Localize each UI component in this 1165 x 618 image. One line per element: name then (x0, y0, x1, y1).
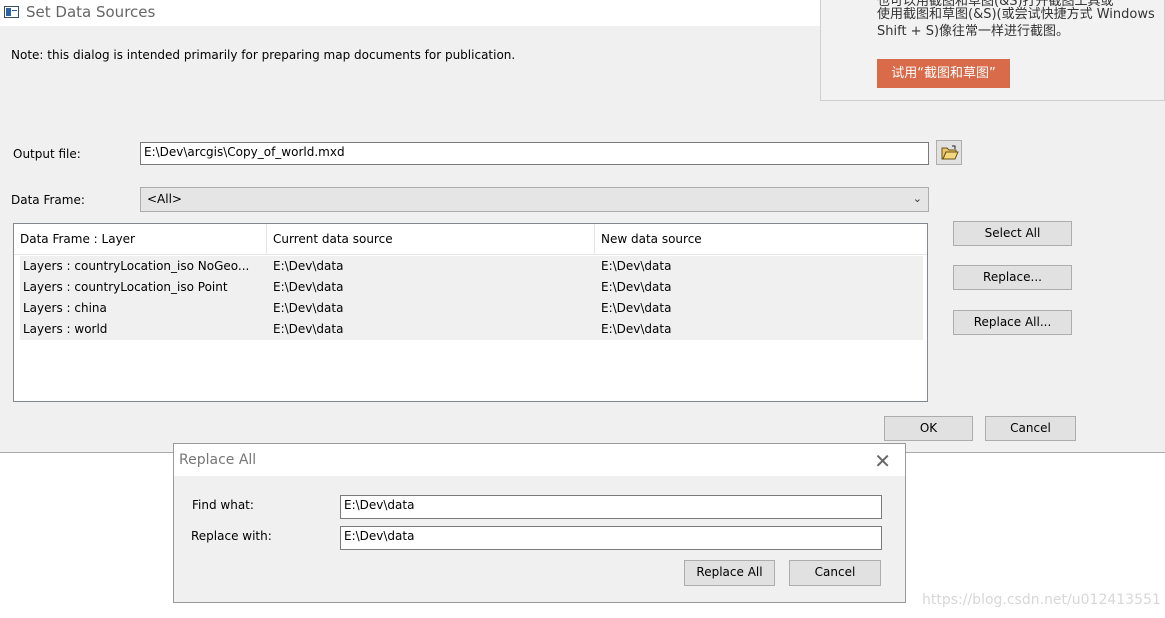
current-source-cell: E:\Dev\data (273, 259, 344, 273)
replace-all-title-bar: Replace All ✕ (174, 444, 905, 476)
column-header-new-source[interactable]: New data source (595, 224, 927, 255)
table-row[interactable]: Layers : countryLocation_iso NoGeo... E:… (20, 256, 923, 277)
data-frame-label: Data Frame: (11, 193, 85, 207)
browse-button[interactable] (936, 140, 962, 165)
find-what-label: Find what: (192, 498, 254, 512)
replace-all-button[interactable]: Replace All (684, 560, 775, 586)
layers-table[interactable]: Data Frame : Layer Current data source N… (13, 223, 928, 402)
layer-cell: Layers : china (23, 301, 107, 315)
watermark-text: https://blog.csdn.net/u012413551 (922, 592, 1161, 608)
replace-all-open-button[interactable]: Replace All... (953, 310, 1072, 335)
notification-text-line2: Shift + S)像往常一样进行截图。 (877, 24, 1070, 39)
output-file-input[interactable]: E:\Dev\arcgis\Copy_of_world.mxd (140, 142, 929, 165)
table-header: Data Frame : Layer Current data source N… (14, 224, 927, 255)
new-source-cell: E:\Dev\data (601, 259, 672, 273)
app-icon (4, 6, 19, 18)
folder-open-icon (941, 145, 959, 160)
ok-button[interactable]: OK (884, 416, 973, 441)
cancel-button[interactable]: Cancel (985, 416, 1076, 441)
table-row[interactable]: Layers : china E:\Dev\data E:\Dev\data (20, 298, 923, 319)
table-row[interactable]: Layers : countryLocation_iso Point E:\De… (20, 277, 923, 298)
window-title: Set Data Sources (26, 3, 156, 21)
replace-all-title: Replace All (179, 452, 257, 468)
current-source-cell: E:\Dev\data (273, 322, 344, 336)
output-file-label: Output file: (13, 147, 81, 161)
new-source-cell: E:\Dev\data (601, 280, 672, 294)
chevron-down-icon: ⌄ (912, 192, 922, 205)
replace-cancel-button[interactable]: Cancel (789, 560, 881, 586)
notification-text-line1: 使用截图和草图(&S)(或尝试快捷方式 Windows (877, 7, 1155, 22)
close-icon[interactable]: ✕ (874, 449, 891, 473)
table-rows: Layers : countryLocation_iso NoGeo... E:… (20, 256, 923, 340)
note-text: Note: this dialog is intended primarily … (11, 48, 516, 62)
replace-with-input[interactable]: E:\Dev\data (340, 526, 882, 550)
layer-cell: Layers : world (23, 322, 108, 336)
data-frame-select[interactable]: <All> ⌄ (140, 187, 929, 212)
column-header-current-source[interactable]: Current data source (267, 224, 595, 255)
table-row[interactable]: Layers : world E:\Dev\data E:\Dev\data (20, 319, 923, 340)
current-source-cell: E:\Dev\data (273, 280, 344, 294)
current-source-cell: E:\Dev\data (273, 301, 344, 315)
replace-button[interactable]: Replace... (953, 265, 1072, 290)
new-source-cell: E:\Dev\data (601, 301, 672, 315)
find-what-input[interactable]: E:\Dev\data (340, 495, 882, 519)
column-header-layer[interactable]: Data Frame : Layer (14, 224, 267, 255)
snip-sketch-notification: 也可以用截图和草图(&S)打开截图工具或 使用截图和草图(&S)(或尝试快捷方式… (820, 0, 1165, 101)
replace-all-dialog: Replace All ✕ Find what: E:\Dev\data Rep… (173, 443, 906, 603)
new-source-cell: E:\Dev\data (601, 322, 672, 336)
layer-cell: Layers : countryLocation_iso NoGeo... (23, 259, 250, 273)
select-all-button[interactable]: Select All (953, 221, 1072, 246)
replace-with-label: Replace with: (191, 529, 272, 543)
try-snip-sketch-button[interactable]: 试用“截图和草图” (877, 59, 1010, 88)
data-frame-value: <All> (147, 192, 182, 206)
layer-cell: Layers : countryLocation_iso Point (23, 280, 228, 294)
